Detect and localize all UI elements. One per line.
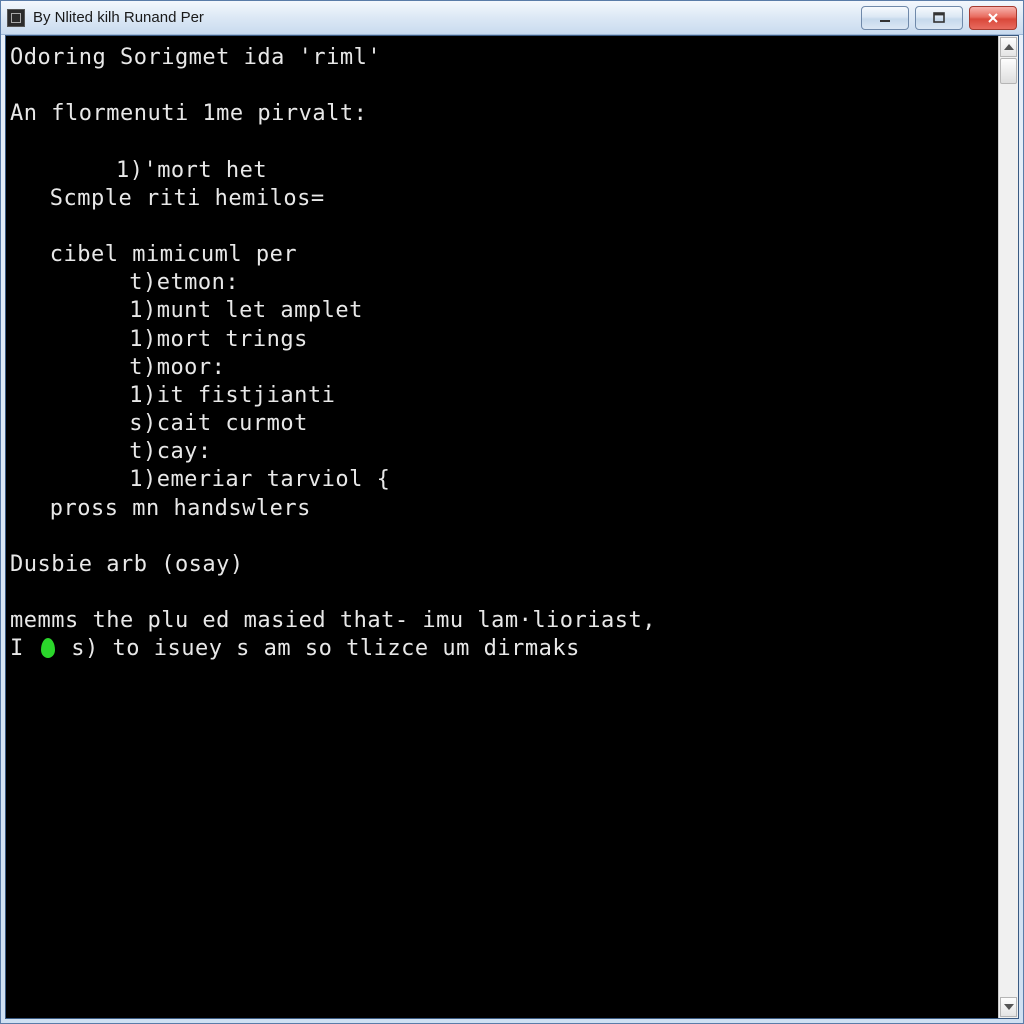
terminal-line (10, 213, 990, 241)
terminal-line: Scmple riti hemilos= (10, 185, 990, 213)
app-window: By Nlited kilh Runand Per Od (0, 0, 1024, 1024)
terminal-line: t)etmon: (10, 269, 990, 297)
terminal-line (10, 523, 990, 551)
terminal-line: t)cay: (10, 438, 990, 466)
terminal-line: memms the plu ed masied that- imu lam·li… (10, 607, 990, 635)
terminal-line: s)cait curmot (10, 410, 990, 438)
maximize-icon (932, 11, 946, 25)
terminal-line: 1)it fistjianti (10, 382, 990, 410)
scroll-up-button[interactable] (1000, 37, 1017, 57)
terminal-line: t)moor: (10, 354, 990, 382)
chevron-up-icon (1004, 44, 1014, 50)
titlebar[interactable]: By Nlited kilh Runand Per (1, 1, 1023, 35)
terminal-line: An flormenuti 1me pirvalt: (10, 100, 990, 128)
app-icon (7, 9, 25, 27)
terminal-line: pross mn handswlers (10, 495, 990, 523)
window-controls (861, 6, 1017, 30)
minimize-icon (878, 11, 892, 25)
close-button[interactable] (969, 6, 1017, 30)
minimize-button[interactable] (861, 6, 909, 30)
terminal-line: 1)mort trings (10, 326, 990, 354)
vertical-scrollbar[interactable] (998, 36, 1018, 1018)
terminal-line: 1)'mort het (10, 157, 990, 185)
chevron-down-icon (1004, 1004, 1014, 1010)
cursor-icon (41, 638, 55, 658)
close-icon (986, 11, 1000, 25)
terminal-line: 1)munt let amplet (10, 297, 990, 325)
terminal-output[interactable]: Odoring Sorigmet ida 'riml' An flormenut… (6, 36, 998, 1018)
client-area: Odoring Sorigmet ida 'riml' An flormenut… (5, 35, 1019, 1019)
maximize-button[interactable] (915, 6, 963, 30)
terminal-text: I (10, 636, 38, 661)
terminal-line: 1)emeriar tarviol { (10, 466, 990, 494)
terminal-line (10, 128, 990, 156)
terminal-line: Dusbie arb (osay) (10, 551, 990, 579)
terminal-line: Odoring Sorigmet ida 'riml' (10, 44, 990, 72)
window-title: By Nlited kilh Runand Per (33, 9, 861, 26)
terminal-line (10, 72, 990, 100)
terminal-line: I s) to isuey s am so tlizce um dirmaks (10, 635, 990, 663)
terminal-text: s) to isuey s am so tlizce um dirmaks (58, 636, 580, 661)
terminal-line (10, 579, 990, 607)
scrollbar-thumb[interactable] (1000, 58, 1017, 84)
scroll-down-button[interactable] (1000, 997, 1017, 1017)
scrollbar-track[interactable] (1000, 58, 1017, 996)
terminal-line: cibel mimicuml per (10, 241, 990, 269)
